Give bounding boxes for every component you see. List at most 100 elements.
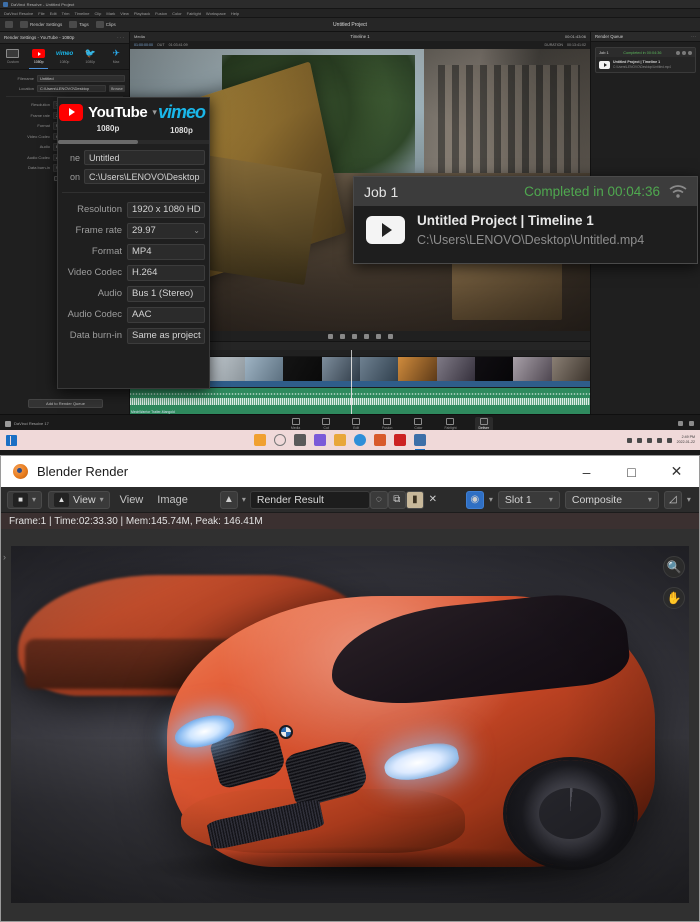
open-image-icon[interactable]: ▮ [405, 490, 424, 509]
project-manager-icon[interactable] [678, 421, 683, 426]
file-explorer-icon[interactable] [254, 434, 266, 446]
render-slot-icon[interactable]: ◉ [465, 490, 484, 509]
panel-options-icon[interactable]: ··· [117, 35, 125, 41]
magnified-videocodec-select[interactable]: H.264 [127, 264, 205, 281]
wifi-icon[interactable] [669, 184, 687, 199]
add-to-render-queue-button[interactable]: Add to Render Queue [28, 399, 103, 408]
edit-pencil-icon[interactable] [681, 50, 686, 55]
menu-view[interactable]: View [116, 494, 148, 506]
onedrive-icon[interactable] [636, 437, 642, 443]
menu-davinci-resolve[interactable]: DaVinci Resolve [4, 11, 33, 16]
sidebar-toggle-arrow[interactable]: › [3, 552, 6, 562]
menu-fusion[interactable]: Fusion [155, 11, 167, 16]
horizontal-scrollbar[interactable] [58, 140, 209, 144]
preset-youtube[interactable]: 1080p [26, 44, 52, 69]
audio-track[interactable]: MechWarrior Trailer-Mangold [130, 388, 590, 414]
chat-icon[interactable] [314, 434, 326, 446]
menu-image[interactable]: Image [153, 494, 192, 506]
resolve-icon[interactable] [414, 434, 426, 450]
menu-edit[interactable]: Edit [50, 11, 57, 16]
jump-end-icon[interactable] [375, 333, 381, 339]
zoom-icon[interactable]: 🔍 [663, 556, 685, 578]
page-cut[interactable]: Cut [318, 417, 334, 431]
menu-workspace[interactable]: Workspace [206, 11, 226, 16]
magnified-resolution-select[interactable]: 1920 x 1080 HD [127, 201, 205, 218]
menu-mark[interactable]: Mark [106, 11, 115, 16]
timeline-playhead[interactable] [350, 357, 352, 387]
page-color[interactable]: Color [410, 417, 426, 431]
display-channels-icon[interactable]: ◿ [663, 490, 682, 509]
menu-clip[interactable]: Clip [94, 11, 101, 16]
browse-button[interactable]: Browse [109, 85, 125, 92]
show-hidden-icons-icon[interactable] [626, 437, 632, 443]
taskbar-clock[interactable]: 2:49 PM 2022-01-22 [677, 435, 695, 444]
menu-color[interactable]: Color [172, 11, 182, 16]
page-media[interactable]: Media [287, 417, 304, 431]
jump-start-icon[interactable] [327, 333, 333, 339]
network-icon[interactable] [656, 437, 662, 443]
blender-render-canvas[interactable] [11, 546, 689, 903]
magnified-audio-select[interactable]: Bus 1 (Stereo) [127, 285, 205, 302]
maximize-button[interactable]: □ [609, 456, 654, 487]
task-view-icon[interactable] [294, 434, 306, 446]
magnified-format-select[interactable]: MP4 [127, 243, 205, 260]
folder-icon[interactable] [334, 434, 346, 446]
menu-fairlight[interactable]: Fairlight [187, 11, 201, 16]
page-edit[interactable]: Edit [348, 417, 364, 431]
chevron-down-icon[interactable]: ▾ [242, 495, 246, 504]
menu-file[interactable]: File [38, 11, 44, 16]
wifi-icon[interactable] [675, 50, 680, 55]
minimize-button[interactable]: – [564, 456, 609, 487]
layer-dropdown[interactable]: Composite ▾ [564, 490, 659, 509]
menu-timeline[interactable]: Timeline [75, 11, 90, 16]
close-icon[interactable] [687, 50, 692, 55]
search-icon[interactable] [274, 434, 286, 446]
magnified-filename-input[interactable]: Untitled [84, 150, 205, 165]
magnified-location-input[interactable]: C:\Users\LENOVO\Desktop [84, 169, 205, 184]
menu-help[interactable]: Help [231, 11, 239, 16]
close-button[interactable]: ✕ [654, 456, 699, 487]
edge-icon[interactable] [354, 434, 366, 446]
magnified-preset-vimeo[interactable]: vimeo 1080p [154, 102, 209, 135]
magnified-databurnin-select[interactable]: Same as project [127, 327, 205, 344]
render-queue-options-icon[interactable]: ··· [691, 34, 696, 40]
image-name-field[interactable]: Render Result [249, 490, 370, 509]
pan-hand-icon[interactable]: ✋ [663, 587, 685, 609]
loop-icon[interactable] [387, 333, 393, 339]
slot-dropdown[interactable]: Slot 1 ▾ [497, 490, 560, 509]
editor-type-button[interactable]: ■ ▾ [7, 490, 43, 509]
step-forward-icon[interactable] [363, 333, 369, 339]
preset-custom[interactable]: Custom [0, 44, 26, 69]
new-image-icon[interactable]: ⧉ [387, 490, 406, 509]
lightroom-icon[interactable] [394, 434, 406, 446]
unlink-icon[interactable]: ✕ [424, 491, 442, 509]
store-icon[interactable] [374, 434, 386, 446]
home-button[interactable] [5, 21, 13, 28]
chevron-down-icon[interactable]: ▾ [489, 495, 493, 504]
fake-user-icon[interactable]: ◌ [369, 490, 388, 509]
page-fusion[interactable]: Fusion [378, 417, 396, 431]
preset-vimeo[interactable]: vimeo 1080p [52, 44, 78, 69]
page-deliver[interactable]: Deliver [474, 416, 494, 432]
image-datablock-icon[interactable]: ▲ [219, 490, 238, 509]
view-mode-button[interactable]: ▲ View ▾ [48, 490, 110, 509]
preset-telegram[interactable]: ✈ Max [103, 44, 129, 69]
menu-trim[interactable]: Trim [62, 11, 70, 16]
battery-icon[interactable] [666, 437, 672, 443]
magnified-audiocodec-select[interactable]: AAC [127, 306, 205, 323]
page-fairlight[interactable]: Fairlight [440, 417, 460, 431]
menu-playback[interactable]: Playback [134, 11, 150, 16]
step-back-icon[interactable] [339, 333, 345, 339]
magnified-framerate-select[interactable]: 29.97 ⌄ [127, 222, 205, 239]
render-queue-job[interactable]: Job 1 Completed in 00:04:36 Untitled Pro… [595, 47, 696, 73]
render-settings-button[interactable]: Render Settings [20, 21, 62, 28]
location-input[interactable]: C:\Users\LENOVO\Desktop [37, 85, 106, 92]
magnified-preset-youtube[interactable]: YouTube ▾ 1080p [59, 103, 157, 133]
play-icon[interactable] [351, 333, 357, 339]
preset-twitter[interactable]: 🐦 1080p [77, 44, 103, 69]
tags-button[interactable]: Tags [69, 21, 89, 28]
windows-start-icon[interactable] [6, 434, 17, 446]
clips-button[interactable]: Clips [95, 21, 116, 28]
project-settings-icon[interactable] [689, 421, 694, 426]
resolve-menubar[interactable]: DaVinci Resolve File Edit Trim Timeline … [0, 9, 700, 18]
